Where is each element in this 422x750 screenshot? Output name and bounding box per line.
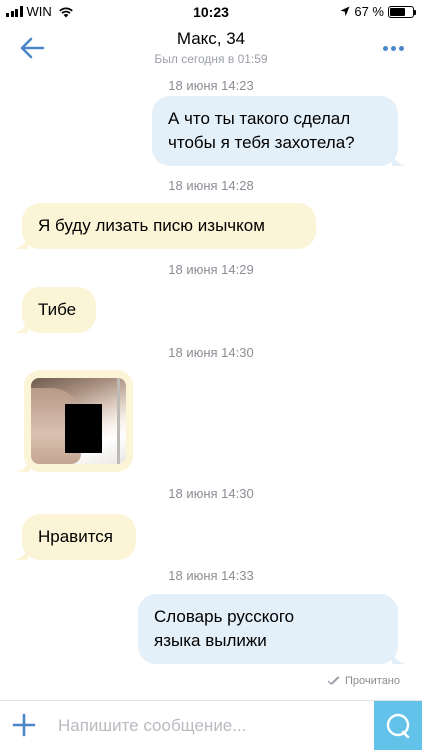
more-dots-icon[interactable] xyxy=(380,38,406,58)
message-timestamp: 18 июня 14:30 xyxy=(168,345,254,360)
message-line: языка вылижи xyxy=(154,631,267,650)
bubble-tail xyxy=(392,650,406,664)
message-timestamp: 18 июня 14:33 xyxy=(168,568,254,583)
message-line: чтобы я тебя захотела? xyxy=(168,133,355,152)
battery-level xyxy=(390,7,405,16)
message-timestamp: 18 июня 14:28 xyxy=(168,178,254,193)
message-timestamp: 18 июня 14:29 xyxy=(168,262,254,277)
checkmark-icon xyxy=(327,676,340,685)
message-timestamp: 18 июня 14:30 xyxy=(168,486,254,501)
bubble-tail xyxy=(392,152,406,166)
incoming-message[interactable]: Тибе xyxy=(14,287,96,333)
message-list: 18 июня 14:23 А что ты такого сделал что… xyxy=(0,72,422,700)
read-receipt: Прочитано xyxy=(327,675,400,687)
outgoing-message[interactable]: Словарь русского языка вылижи xyxy=(138,594,406,664)
bubble-tail xyxy=(16,458,30,472)
read-status-text: Прочитано xyxy=(345,675,400,687)
incoming-message[interactable]: Нравится xyxy=(14,514,136,560)
photo-attachment[interactable] xyxy=(31,378,126,464)
battery-icon xyxy=(388,5,416,18)
outgoing-message[interactable]: А что ты такого сделал чтобы я тебя захо… xyxy=(152,96,406,166)
battery-percent: 67 % xyxy=(354,4,384,19)
last-seen: Был сегодня в 01:59 xyxy=(154,52,268,66)
censor-block xyxy=(65,404,102,453)
incoming-message[interactable]: Я буду лизать писю изычком xyxy=(14,203,316,249)
header-title-block[interactable]: Макс, 34 Был сегодня в 01:59 xyxy=(0,29,422,66)
message-line: Словарь русского xyxy=(154,607,295,626)
message-input[interactable] xyxy=(58,713,358,739)
location-arrow-icon xyxy=(340,6,350,17)
message-composer xyxy=(0,700,422,750)
message-text: Нравится xyxy=(38,527,114,546)
plus-icon[interactable] xyxy=(12,713,36,737)
message-text: Я буду лизать писю изычком xyxy=(38,216,265,235)
bubble-tail xyxy=(14,546,28,560)
status-bar: WIN 10:23 67 % xyxy=(0,0,422,24)
send-bubble-icon xyxy=(386,713,410,739)
incoming-photo-message[interactable] xyxy=(16,370,133,472)
message-timestamp: 18 июня 14:23 xyxy=(168,78,254,93)
status-right: 67 % xyxy=(340,4,416,19)
bubble-tail xyxy=(14,235,28,249)
message-text: Тибе xyxy=(38,300,77,319)
chat-header: Макс, 34 Был сегодня в 01:59 xyxy=(0,24,422,72)
message-line: А что ты такого сделал xyxy=(168,109,351,128)
send-button[interactable] xyxy=(374,701,422,750)
bubble-tail xyxy=(14,319,28,333)
contact-name: Макс, 34 xyxy=(176,29,246,48)
